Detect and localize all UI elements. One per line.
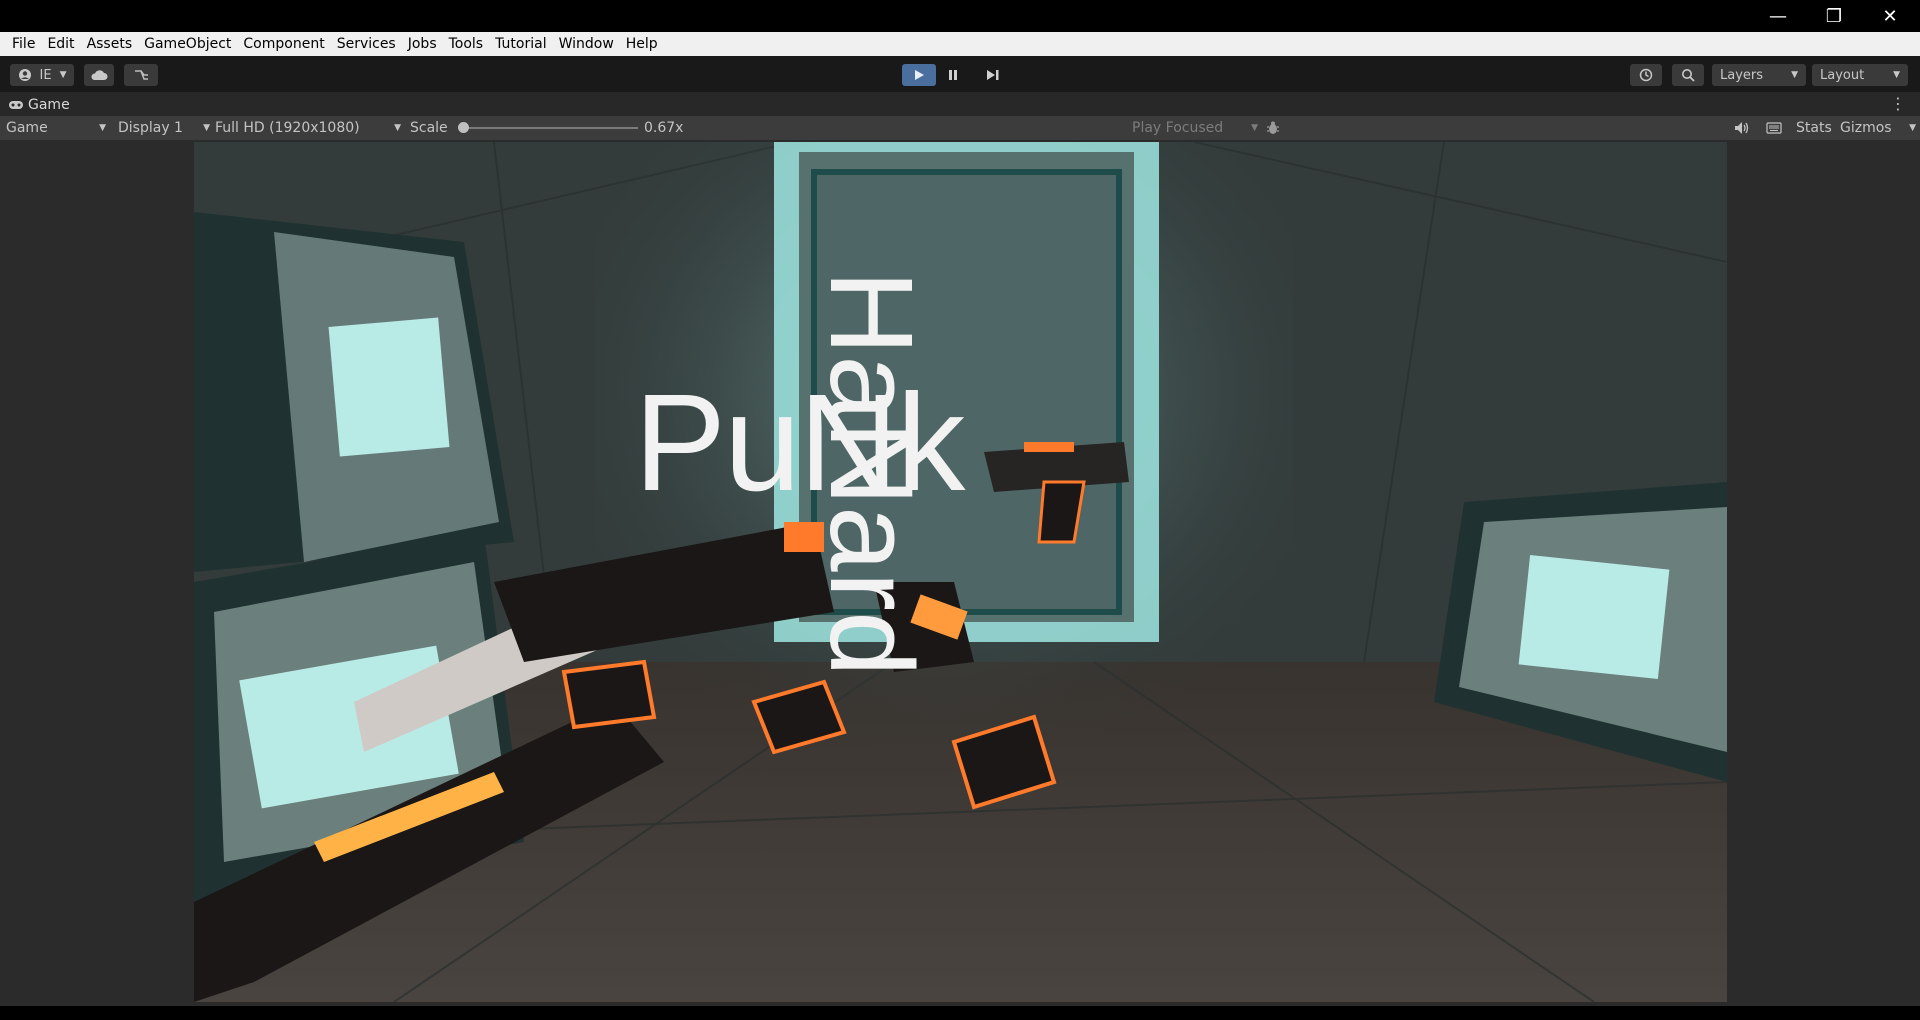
layout-dropdown[interactable]: Layout ▼ <box>1812 64 1908 86</box>
mute-audio-icon[interactable] <box>1734 118 1750 138</box>
play-icon <box>915 70 924 80</box>
gizmos-dropdown[interactable]: Gizmos ▼ <box>1840 118 1916 138</box>
panel-tab-row: Game ⋮ <box>0 92 1920 116</box>
account-icon <box>18 69 31 81</box>
menu-tutorial[interactable]: Tutorial <box>489 32 552 56</box>
more-options-icon[interactable]: ⋮ <box>1890 94 1906 113</box>
menu-window[interactable]: Window <box>553 32 620 56</box>
playmode-controls <box>902 64 1018 86</box>
undo-history-button[interactable] <box>1630 64 1662 86</box>
cloud-icon <box>91 70 108 80</box>
step-button[interactable] <box>976 64 1010 86</box>
title-word-hanard: HaNard <box>805 270 937 677</box>
gameview-controls: Game ▼ Display 1 ▼ Full HD (1920x1080) ▼… <box>0 116 1920 140</box>
tab-game-label: Game <box>28 97 70 113</box>
menu-component[interactable]: Component <box>237 32 330 56</box>
close-icon[interactable]: ✕ <box>1870 4 1910 30</box>
menu-jobs[interactable]: Jobs <box>402 32 443 56</box>
main-toolbar: IE ▼ Layers ▼ Layout ▼ <box>0 56 1920 136</box>
resolution-dropdown[interactable]: Full HD (1920x1080) ▼ <box>215 118 401 138</box>
bug-icon[interactable] <box>1266 118 1280 138</box>
scale-slider-track[interactable] <box>462 127 638 129</box>
layers-dropdown[interactable]: Layers ▼ <box>1712 64 1806 86</box>
stats-toggle[interactable]: Stats <box>1796 118 1832 138</box>
layers-label: Layers <box>1720 67 1764 83</box>
resolution-label: Full HD (1920x1080) <box>215 120 360 136</box>
scale-value: 0.67x <box>644 120 684 136</box>
menu-bar: File Edit Assets GameObject Component Se… <box>0 32 1920 56</box>
pause-icon <box>949 70 957 80</box>
gizmos-label: Gizmos <box>1840 120 1892 136</box>
search-icon <box>1682 69 1695 82</box>
chevron-down-icon: ▼ <box>1893 70 1900 80</box>
chevron-down-icon: ▼ <box>1251 123 1258 133</box>
menu-file[interactable]: File <box>6 32 41 56</box>
keyboard-shortcuts-icon[interactable] <box>1766 118 1782 138</box>
account-label: IE <box>39 67 52 83</box>
menu-services[interactable]: Services <box>331 32 402 56</box>
menu-help[interactable]: Help <box>620 32 664 56</box>
chevron-down-icon: ▼ <box>59 70 67 80</box>
play-focused-dropdown[interactable]: Play Focused ▼ <box>1132 118 1258 138</box>
gamepad-icon <box>9 101 23 109</box>
step-icon <box>987 70 999 80</box>
account-dropdown[interactable]: IE ▼ <box>10 64 74 86</box>
game-scene: PuNk HaNard <box>194 142 1727 1002</box>
play-focused-label: Play Focused <box>1132 120 1224 136</box>
window-titlebar: — ❐ ✕ <box>0 0 1920 32</box>
scale-label: Scale <box>410 120 448 136</box>
play-button[interactable] <box>902 64 936 86</box>
menu-edit[interactable]: Edit <box>41 32 80 56</box>
chevron-down-icon: ▼ <box>99 123 106 133</box>
scale-slider-handle[interactable] <box>458 122 469 133</box>
view-mode-dropdown[interactable]: Game ▼ <box>6 118 106 138</box>
layout-label: Layout <box>1820 67 1865 83</box>
restore-icon[interactable]: ❐ <box>1814 4 1854 30</box>
search-button[interactable] <box>1672 64 1704 86</box>
cloud-button[interactable] <box>84 64 114 86</box>
menu-tools[interactable]: Tools <box>443 32 490 56</box>
chevron-down-icon: ▼ <box>1791 70 1798 80</box>
display-dropdown[interactable]: Display 1 ▼ <box>118 118 210 138</box>
tab-game[interactable]: Game <box>8 95 70 115</box>
history-icon <box>1639 68 1653 82</box>
chevron-down-icon: ▼ <box>1909 123 1916 133</box>
menu-assets[interactable]: Assets <box>81 32 139 56</box>
chevron-down-icon: ▼ <box>394 123 401 133</box>
chevron-down-icon: ▼ <box>203 123 210 133</box>
collab-icon <box>135 70 148 80</box>
menu-gameobject[interactable]: GameObject <box>138 32 237 56</box>
minimize-icon[interactable]: — <box>1758 4 1798 30</box>
display-label: Display 1 <box>118 120 183 136</box>
pause-button[interactable] <box>936 64 970 86</box>
game-render[interactable]: PuNk HaNard <box>194 142 1727 1002</box>
view-mode-label: Game <box>6 120 48 136</box>
bottom-bar <box>0 1006 1920 1020</box>
collab-button[interactable] <box>124 64 158 86</box>
